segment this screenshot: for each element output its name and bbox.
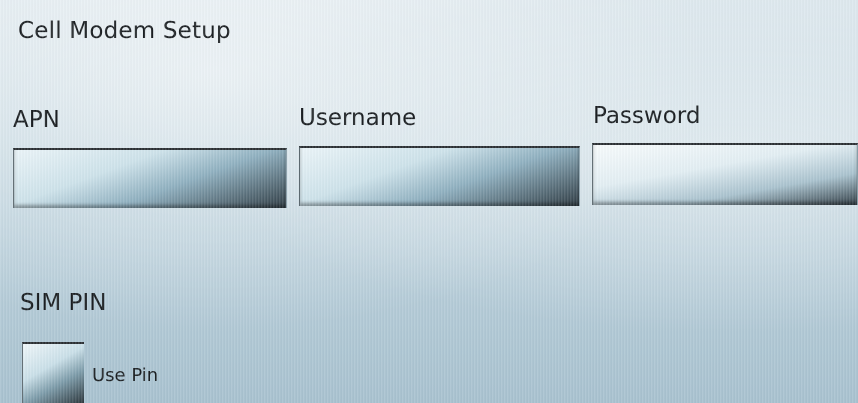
use-pin-checkbox[interactable]: [22, 342, 84, 403]
username-field[interactable]: [299, 146, 580, 206]
apn-label: APN: [13, 107, 60, 133]
password-label: Password: [593, 103, 701, 129]
username-label: Username: [299, 105, 417, 131]
use-pin-label[interactable]: Use Pin: [92, 365, 158, 386]
apn-field[interactable]: [13, 148, 287, 208]
password-field[interactable]: [592, 143, 858, 205]
cell-modem-setup-screen: Cell Modem Setup APN Username Password S…: [0, 0, 858, 403]
page-title: Cell Modem Setup: [18, 18, 231, 44]
sim-pin-heading: SIM PIN: [20, 290, 107, 316]
